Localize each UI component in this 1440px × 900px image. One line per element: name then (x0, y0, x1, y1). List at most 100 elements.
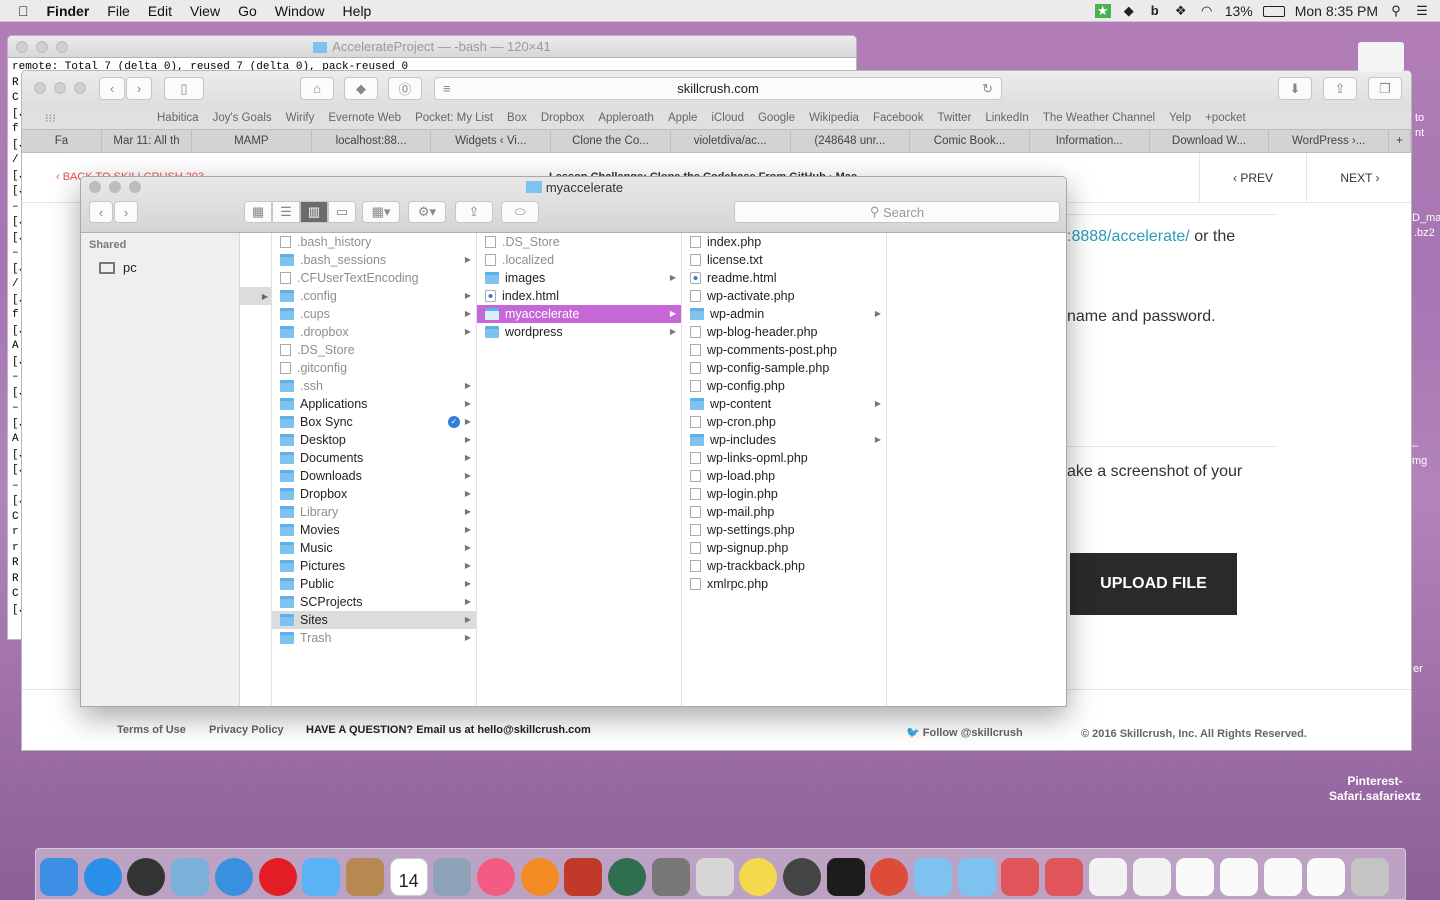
opera-icon[interactable] (258, 858, 297, 896)
icon-view-button[interactable]: ▦ (244, 201, 272, 223)
favorite-link[interactable]: Dropbox (534, 112, 591, 124)
file-row[interactable]: wp-trackback.php (682, 557, 886, 575)
desktop-label[interactable]: .bz2 (1414, 227, 1435, 239)
search-field[interactable]: ⚲ Search (734, 201, 1060, 223)
file-row[interactable]: readme.html (682, 269, 886, 287)
messages-icon[interactable] (302, 858, 341, 896)
image-capture-icon[interactable] (433, 858, 472, 896)
tab[interactable]: Comic Book... (910, 130, 1030, 152)
spotlight-icon[interactable]: ⚲ (1388, 4, 1404, 18)
file-row[interactable]: index.php (682, 233, 886, 251)
tab[interactable]: Fa (22, 130, 102, 152)
tab[interactable]: localhost:88... (312, 130, 432, 152)
photos-icon[interactable] (739, 858, 778, 896)
file-row[interactable]: .gitconfig (272, 359, 476, 377)
photo-booth-icon[interactable] (564, 858, 603, 896)
file-row[interactable]: wordpress ▶ (477, 323, 681, 341)
file-row[interactable]: .DS_Store (477, 233, 681, 251)
contact-text[interactable]: HAVE A QUESTION? Email us at hello@skill… (306, 724, 591, 736)
file-row[interactable]: myaccelerate ▶ (477, 305, 681, 323)
calendar-icon[interactable]: 14 (389, 858, 428, 896)
app-menu[interactable]: Finder (38, 3, 99, 19)
applications-folder-icon[interactable] (914, 858, 952, 896)
file-row[interactable]: license.txt (682, 251, 886, 269)
file-row[interactable]: wp-signup.php (682, 539, 886, 557)
dropbox-icon[interactable]: ❖ (1173, 4, 1189, 18)
trash-icon[interactable] (1351, 858, 1389, 896)
close-button[interactable] (34, 82, 46, 94)
file-row[interactable]: wp-includes ▶ (682, 431, 886, 449)
file-row[interactable]: Trash ▶ (272, 629, 476, 647)
terms-link[interactable]: Terms of Use (117, 724, 186, 736)
file-row[interactable]: wp-admin ▶ (682, 305, 886, 323)
file-row[interactable]: wp-blog-header.php (682, 323, 886, 341)
time-machine-icon[interactable] (608, 858, 647, 896)
favorite-link[interactable]: The Weather Channel (1036, 112, 1162, 124)
file-row[interactable]: .config ▶ (272, 287, 476, 305)
terminal-icon[interactable] (826, 858, 865, 896)
tabs-button[interactable]: ❐ (1368, 77, 1402, 100)
favorite-link[interactable]: Twitter (930, 112, 978, 124)
habitica-icon[interactable]: ★ (1094, 4, 1111, 18)
tags-button[interactable]: ⬭ (501, 201, 539, 223)
favorite-link[interactable]: Evernote Web (321, 112, 408, 124)
menu-edit[interactable]: Edit (139, 3, 181, 19)
new-tab-button[interactable]: + (1389, 130, 1411, 152)
menu-window[interactable]: Window (266, 3, 334, 19)
notification-center-icon[interactable]: ☰ (1414, 4, 1430, 18)
apple-menu-icon[interactable]:  (0, 3, 38, 19)
downloads-button[interactable]: ⬇ (1278, 77, 1312, 100)
upload-file-button[interactable]: UPLOAD FILE (1070, 553, 1237, 615)
ibooks-icon[interactable] (520, 858, 559, 896)
documents-folder-icon[interactable] (957, 858, 996, 896)
wifi-icon[interactable]: ◠ (1199, 4, 1215, 18)
file-row[interactable]: index.html (477, 287, 681, 305)
file-row[interactable]: .cups ▶ (272, 305, 476, 323)
favorite-link[interactable]: Appleroath (591, 112, 661, 124)
favorite-link[interactable]: iCloud (704, 112, 751, 124)
localhost-link[interactable]: :8888/accelerate/ (1067, 228, 1190, 245)
contacts-icon[interactable] (345, 858, 384, 896)
file-row[interactable]: .DS_Store (272, 341, 476, 359)
address-bar[interactable]: ≡ skillcrush.com ↻ (434, 77, 1002, 100)
stack-8-icon[interactable] (1307, 858, 1346, 896)
favorite-link[interactable]: Joy's Goals (206, 112, 279, 124)
twitter-follow[interactable]: 🐦 Follow @skillcrush (906, 726, 1023, 739)
gitify-icon[interactable] (782, 858, 821, 896)
file-row[interactable]: .localized (477, 251, 681, 269)
itunes-icon[interactable] (477, 858, 515, 896)
desktop-file-icon[interactable] (1358, 42, 1404, 72)
column-view-button[interactable]: ▥ (300, 201, 328, 223)
pocket-button[interactable]: ⌂ (300, 77, 334, 100)
forward-button[interactable]: › (126, 77, 152, 100)
tab[interactable]: Information... (1030, 130, 1150, 152)
file-row[interactable]: Box Sync ✓ ▶ (272, 413, 476, 431)
back-button[interactable]: ‹ (99, 77, 125, 100)
favorite-link[interactable]: Apple (661, 112, 704, 124)
desktop-label[interactable]: er (1413, 663, 1423, 675)
action-button[interactable]: ⚙▾ (408, 201, 446, 223)
minimize-button[interactable] (36, 41, 48, 53)
file-row[interactable]: Library ▶ (272, 503, 476, 521)
tab[interactable]: WordPress ›... (1269, 130, 1390, 152)
file-row[interactable]: wp-config.php (682, 377, 886, 395)
file-row[interactable]: xmlrpc.php (682, 575, 886, 593)
stack-1-icon[interactable] (1001, 858, 1040, 896)
file-row[interactable]: Dropbox ▶ (272, 485, 476, 503)
pinterest-button[interactable]: ⓪ (388, 77, 422, 100)
file-row[interactable]: Documents ▶ (272, 449, 476, 467)
menu-go[interactable]: Go (229, 3, 266, 19)
forward-button[interactable]: › (114, 201, 138, 223)
desktop-label[interactable]: nt (1415, 127, 1424, 139)
grid-icon[interactable]: ⁝⁝⁝ (38, 111, 63, 125)
file-row[interactable]: images ▶ (477, 269, 681, 287)
zoom-button[interactable] (74, 82, 86, 94)
file-row[interactable]: wp-config-sample.php (682, 359, 886, 377)
desktop-label[interactable]: to (1415, 112, 1424, 124)
file-row[interactable]: .bash_history (272, 233, 476, 251)
sidebar-item-pc[interactable]: pc (99, 260, 137, 275)
desktop-label[interactable]: D_ma (1412, 212, 1440, 224)
clock[interactable]: Mon 8:35 PM (1295, 3, 1378, 19)
terminal-titlebar[interactable]: AccelerateProject — -bash — 120×41 (8, 36, 856, 58)
stack-6-icon[interactable] (1219, 858, 1258, 896)
